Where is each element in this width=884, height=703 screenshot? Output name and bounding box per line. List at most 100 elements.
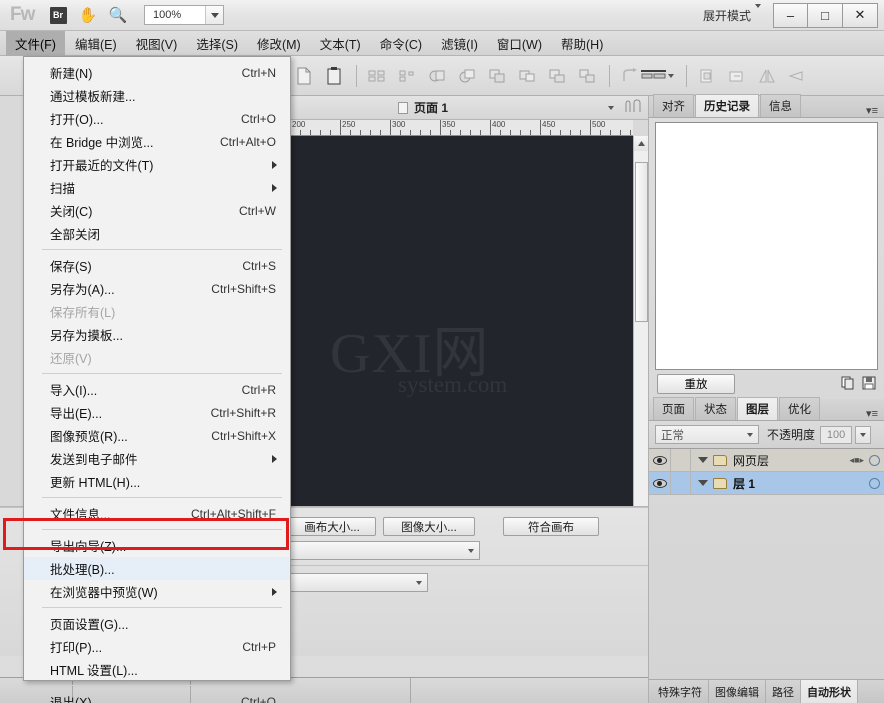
layer-share-icon[interactable]: ◂■▸: [850, 455, 864, 466]
layer-row[interactable]: 网页层◂■▸: [649, 449, 884, 472]
file-menu-item-4[interactable]: 打开最近的文件(T): [24, 153, 290, 176]
page-tools-icon[interactable]: [622, 98, 644, 117]
hand-tool-button[interactable]: ✋: [74, 4, 102, 26]
layer-expand-triangle-icon[interactable]: [698, 480, 708, 486]
panel-tab-1[interactable]: 历史记录: [695, 94, 759, 117]
dock-bottom-tab-2[interactable]: 路径: [766, 680, 801, 703]
punch-icon[interactable]: [513, 62, 541, 90]
layer-visibility-toggle[interactable]: [649, 472, 671, 494]
dock-bottom-tab-1[interactable]: 图像编辑: [709, 680, 766, 703]
menubar-item-9[interactable]: 帮助(H): [552, 31, 612, 56]
workspace-mode-dropdown[interactable]: [755, 8, 761, 22]
ungroup-icon[interactable]: [723, 62, 751, 90]
layer-tab-3[interactable]: 优化: [779, 397, 820, 420]
flip-horizontal-icon[interactable]: [753, 62, 781, 90]
save-steps-icon[interactable]: [862, 376, 876, 393]
panel-options-menu-icon[interactable]: ▾≡: [866, 104, 884, 117]
maximize-button[interactable]: □: [808, 3, 843, 28]
layer-row[interactable]: 层 1: [649, 472, 884, 495]
file-menu-item-15[interactable]: 导入(I)...Ctrl+R: [24, 378, 290, 401]
canvas[interactable]: GXI网 system.com: [288, 136, 633, 548]
align-left-icon[interactable]: [363, 62, 391, 90]
image-size-button[interactable]: 图像大小...: [383, 517, 475, 536]
file-menu-item-27[interactable]: 页面设置(G)...: [24, 612, 290, 635]
file-menu-item-29[interactable]: HTML 设置(L)...: [24, 658, 290, 681]
file-menu-item-10[interactable]: 另存为(A)...Ctrl+Shift+S: [24, 277, 290, 300]
file-menu-item-18[interactable]: 发送到电子邮件: [24, 447, 290, 470]
zoom-tool-button[interactable]: 🔍: [104, 4, 132, 26]
distribute-icon[interactable]: [634, 62, 662, 90]
copy-steps-icon[interactable]: [841, 376, 855, 393]
menubar-item-8[interactable]: 窗口(W): [488, 31, 551, 56]
layer-expand-triangle-icon[interactable]: [698, 457, 708, 463]
layer-tab-0[interactable]: 页面: [653, 397, 694, 420]
chevron-down-icon[interactable]: [608, 106, 614, 110]
intersect-icon[interactable]: [483, 62, 511, 90]
layer-lock-cell[interactable]: [671, 472, 691, 494]
panel-options-menu-icon[interactable]: ▾≡: [866, 407, 884, 420]
file-menu-dropdown[interactable]: 新建(N)Ctrl+N通过模板新建...打开(O)...Ctrl+O在 Brid…: [23, 56, 291, 681]
menubar-item-1[interactable]: 编辑(E): [66, 31, 126, 56]
layer-tab-2[interactable]: 图层: [737, 397, 778, 420]
paste-icon[interactable]: [320, 62, 348, 90]
crop-icon[interactable]: [543, 62, 571, 90]
file-menu-item-9[interactable]: 保存(S)Ctrl+S: [24, 254, 290, 277]
opacity-value[interactable]: 100: [820, 426, 852, 444]
file-menu-item-3[interactable]: 在 Bridge 中浏览...Ctrl+Alt+O: [24, 130, 290, 153]
file-menu-item-17[interactable]: 图像预览(R)...Ctrl+Shift+X: [24, 424, 290, 447]
dock-bottom-tab-0[interactable]: 特殊字符: [652, 680, 709, 703]
scroll-up-arrow[interactable]: [634, 136, 649, 151]
file-menu-item-25[interactable]: 在浏览器中预览(W): [24, 580, 290, 603]
file-menu-item-7[interactable]: 全部关闭: [24, 222, 290, 245]
group-icon[interactable]: [693, 62, 721, 90]
layer-select-circle-icon[interactable]: [869, 455, 880, 466]
menubar-item-3[interactable]: 选择(S): [187, 31, 247, 56]
file-menu-item-0[interactable]: 新建(N)Ctrl+N: [24, 61, 290, 84]
bridge-button[interactable]: Br: [44, 4, 72, 26]
layer-select-circle-icon[interactable]: [869, 478, 880, 489]
layer-tab-1[interactable]: 状态: [695, 397, 736, 420]
dock-bottom-tab-3[interactable]: 自动形状: [801, 680, 858, 703]
canvas-size-button[interactable]: 画布大小...: [288, 517, 376, 536]
menubar-item-5[interactable]: 文本(T): [311, 31, 370, 56]
properties-combobox-1[interactable]: [288, 541, 480, 560]
layer-lock-cell[interactable]: [671, 449, 691, 471]
file-menu-item-24[interactable]: 批处理(B)...: [24, 557, 290, 580]
file-menu-item-12[interactable]: 另存为摸板...: [24, 323, 290, 346]
panel-tab-2[interactable]: 信息: [760, 94, 801, 117]
minimize-button[interactable]: –: [773, 3, 808, 28]
file-menu-item-5[interactable]: 扫描: [24, 176, 290, 199]
file-menu-item-1[interactable]: 通过模板新建...: [24, 84, 290, 107]
menubar-item-4[interactable]: 修改(M): [248, 31, 310, 56]
scrollbar-thumb[interactable]: [635, 162, 648, 322]
join-icon[interactable]: [573, 62, 601, 90]
zoom-level-combobox[interactable]: 100%: [144, 5, 224, 25]
layer-visibility-toggle[interactable]: [649, 449, 671, 471]
menubar-item-2[interactable]: 视图(V): [127, 31, 187, 56]
history-panel-content[interactable]: [655, 122, 878, 370]
file-menu-item-31[interactable]: 退出(X)Ctrl+Q: [24, 690, 290, 703]
align-center-icon[interactable]: [393, 62, 421, 90]
file-menu-item-23[interactable]: 导出向导(Z)...: [24, 534, 290, 557]
opacity-stepper[interactable]: [855, 426, 871, 444]
properties-combobox-2[interactable]: [288, 573, 428, 592]
menubar-item-0[interactable]: 文件(F): [6, 31, 65, 56]
subtract-icon[interactable]: [453, 62, 481, 90]
close-button[interactable]: ✕: [843, 3, 878, 28]
file-menu-item-16[interactable]: 导出(E)...Ctrl+Shift+R: [24, 401, 290, 424]
union-icon[interactable]: [423, 62, 451, 90]
file-menu-item-21[interactable]: 文件信息...Ctrl+Alt+Shift+F: [24, 502, 290, 525]
canvas-vertical-scrollbar[interactable]: [633, 136, 648, 548]
blend-mode-select[interactable]: 正常: [655, 425, 759, 444]
fit-canvas-button[interactable]: 符合画布: [503, 517, 599, 536]
zoom-dropdown-arrow[interactable]: [205, 6, 223, 24]
panel-tab-0[interactable]: 对齐: [653, 94, 694, 117]
menubar-item-6[interactable]: 命令(C): [371, 31, 431, 56]
distribute-dropdown-arrow[interactable]: [664, 62, 678, 90]
file-menu-item-6[interactable]: 关闭(C)Ctrl+W: [24, 199, 290, 222]
flip-vertical-icon[interactable]: [783, 62, 811, 90]
file-menu-item-2[interactable]: 打开(O)...Ctrl+O: [24, 107, 290, 130]
replay-button[interactable]: 重放: [657, 374, 735, 394]
copy-icon[interactable]: [290, 62, 318, 90]
document-tab-page1[interactable]: 页面 1: [398, 99, 448, 116]
